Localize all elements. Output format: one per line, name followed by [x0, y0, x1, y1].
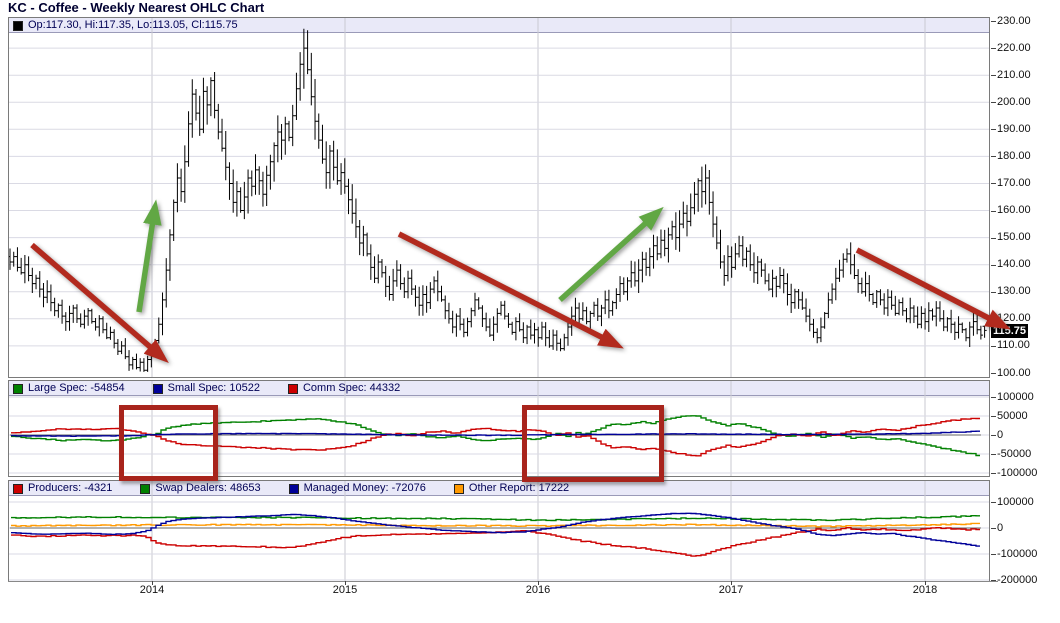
cot-spec-legend: Large Spec: -54854 Small Spec: 10522 Com… — [13, 382, 400, 395]
cot-disagg-tickmark — [991, 528, 996, 529]
x-axis-year-label: 2018 — [912, 584, 938, 596]
ohlc-swatch-icon — [13, 20, 23, 31]
cot-disagg-tick-label: -200000 — [997, 574, 1038, 586]
x-axis-year-label: 2017 — [718, 584, 744, 596]
legend-item-swap-dealers: Swap Dealers: 48653 — [140, 482, 261, 495]
other-report-label: Other Report: 17222 — [468, 482, 570, 494]
cot-disagg-tickmark — [991, 554, 996, 555]
price-tickmark — [991, 237, 996, 239]
swap-dealers-label: Swap Dealers: 48653 — [155, 482, 261, 494]
x-axis-tickmark — [731, 581, 732, 585]
price-tick-label: 110.00 — [997, 339, 1030, 352]
ohlc-legend-label: Op:117.30, Hi:117.35, Lo:113.05, Cl:115.… — [28, 19, 238, 31]
price-tickmark — [991, 318, 996, 320]
price-tick-label: 130.00 — [997, 285, 1031, 298]
large-spec-label: Large Spec: -54854 — [28, 382, 125, 394]
price-tickmark — [991, 264, 996, 266]
chart-container: KC - Coffee - Weekly Nearest OHLC Chart … — [0, 0, 1060, 623]
cot-spec-tick-label: 0 — [997, 429, 1004, 441]
highlight-box — [119, 405, 218, 481]
price-tickmark — [991, 373, 996, 375]
last-price-label: 115.75 — [991, 324, 1029, 338]
price-tickmark — [991, 183, 996, 185]
cot-spec-tickmark — [991, 454, 996, 455]
price-tickmark — [991, 129, 996, 131]
cot-disagg-tick-label: 100000 — [997, 496, 1034, 508]
price-tick-label: 230.00 — [997, 14, 1031, 27]
cot-disagg-tick-label: -100000 — [997, 548, 1038, 560]
price-tick-label: 100.00 — [997, 366, 1031, 379]
cot-disagg-tickmark — [991, 502, 996, 503]
x-axis-tickmark — [925, 581, 926, 585]
cot-spec-tick-label: -100000 — [997, 467, 1038, 479]
cot-disagg-panel: Producers: -4321 Swap Dealers: 48653 Man… — [8, 480, 990, 582]
x-axis-tickmark — [152, 581, 153, 585]
swap-dealers-swatch-icon — [140, 483, 151, 494]
chart-title: KC - Coffee - Weekly Nearest OHLC Chart — [8, 0, 265, 15]
cot-disagg-chart — [9, 481, 989, 581]
producers-swatch-icon — [13, 483, 23, 494]
price-tick-label: 220.00 — [997, 41, 1031, 54]
managed-money-label: Managed Money: -72076 — [303, 482, 426, 494]
x-axis-tickmark — [345, 581, 346, 585]
legend-item-managed-money: Managed Money: -72076 — [288, 482, 426, 495]
price-panel: Op:117.30, Hi:117.35, Lo:113.05, Cl:115.… — [8, 17, 990, 378]
price-tickmark — [991, 345, 996, 347]
ohlc-chart — [9, 18, 989, 377]
cot-spec-tickmark — [991, 473, 996, 474]
cot-spec-tick-label: 50000 — [997, 410, 1028, 422]
cot-spec-tickmark — [991, 435, 996, 436]
cot-disagg-tick-label: 0 — [997, 522, 1004, 534]
cot-spec-tick-label: 100000 — [997, 391, 1034, 403]
cot-spec-tickmark — [991, 397, 996, 398]
price-legend: Op:117.30, Hi:117.35, Lo:113.05, Cl:115.… — [13, 19, 238, 32]
price-tickmark — [991, 210, 996, 212]
other-report-swatch-icon — [453, 483, 464, 494]
highlight-box — [522, 405, 664, 482]
price-tick-label: 170.00 — [997, 176, 1031, 189]
x-axis-year-label: 2014 — [139, 584, 165, 596]
x-axis-line — [8, 581, 998, 582]
price-tick-label: 140.00 — [997, 258, 1031, 271]
producers-label: Producers: -4321 — [28, 482, 113, 494]
x-axis-year-label: 2015 — [332, 584, 358, 596]
price-tick-label: 210.00 — [997, 68, 1031, 81]
comm-spec-swatch-icon — [287, 383, 298, 394]
price-tickmark — [991, 75, 996, 77]
price-tick-label: 200.00 — [997, 95, 1031, 108]
price-tickmark — [991, 102, 996, 104]
cot-disagg-tickmark — [991, 580, 996, 581]
price-tick-label: 160.00 — [997, 204, 1031, 217]
legend-item-other-report: Other Report: 17222 — [453, 482, 570, 495]
managed-money-swatch-icon — [288, 483, 299, 494]
price-tickmark — [991, 291, 996, 293]
x-axis-tickmark — [538, 581, 539, 585]
legend-item-small-spec: Small Spec: 10522 — [152, 382, 260, 395]
large-spec-swatch-icon — [13, 383, 23, 394]
price-tickmark — [991, 156, 996, 158]
legend-item-large-spec: Large Spec: -54854 — [13, 382, 125, 395]
small-spec-swatch-icon — [152, 383, 163, 394]
comm-spec-label: Comm Spec: 44332 — [302, 382, 401, 394]
price-tick-label: 190.00 — [997, 122, 1031, 135]
price-tickmark — [991, 21, 996, 22]
legend-item-comm-spec: Comm Spec: 44332 — [287, 382, 401, 395]
legend-item-producers: Producers: -4321 — [13, 482, 112, 495]
x-axis-year-label: 2016 — [525, 584, 551, 596]
cot-spec-tick-label: -50000 — [997, 448, 1032, 460]
price-tickmark — [991, 48, 996, 50]
cot-spec-tickmark — [991, 416, 996, 417]
price-tick-label: 150.00 — [997, 231, 1031, 244]
ohlc-legend-item: Op:117.30, Hi:117.35, Lo:113.05, Cl:115.… — [13, 19, 238, 32]
cot-disagg-legend: Producers: -4321 Swap Dealers: 48653 Man… — [13, 482, 569, 495]
price-tick-label: 180.00 — [997, 149, 1031, 162]
small-spec-label: Small Spec: 10522 — [167, 382, 260, 394]
